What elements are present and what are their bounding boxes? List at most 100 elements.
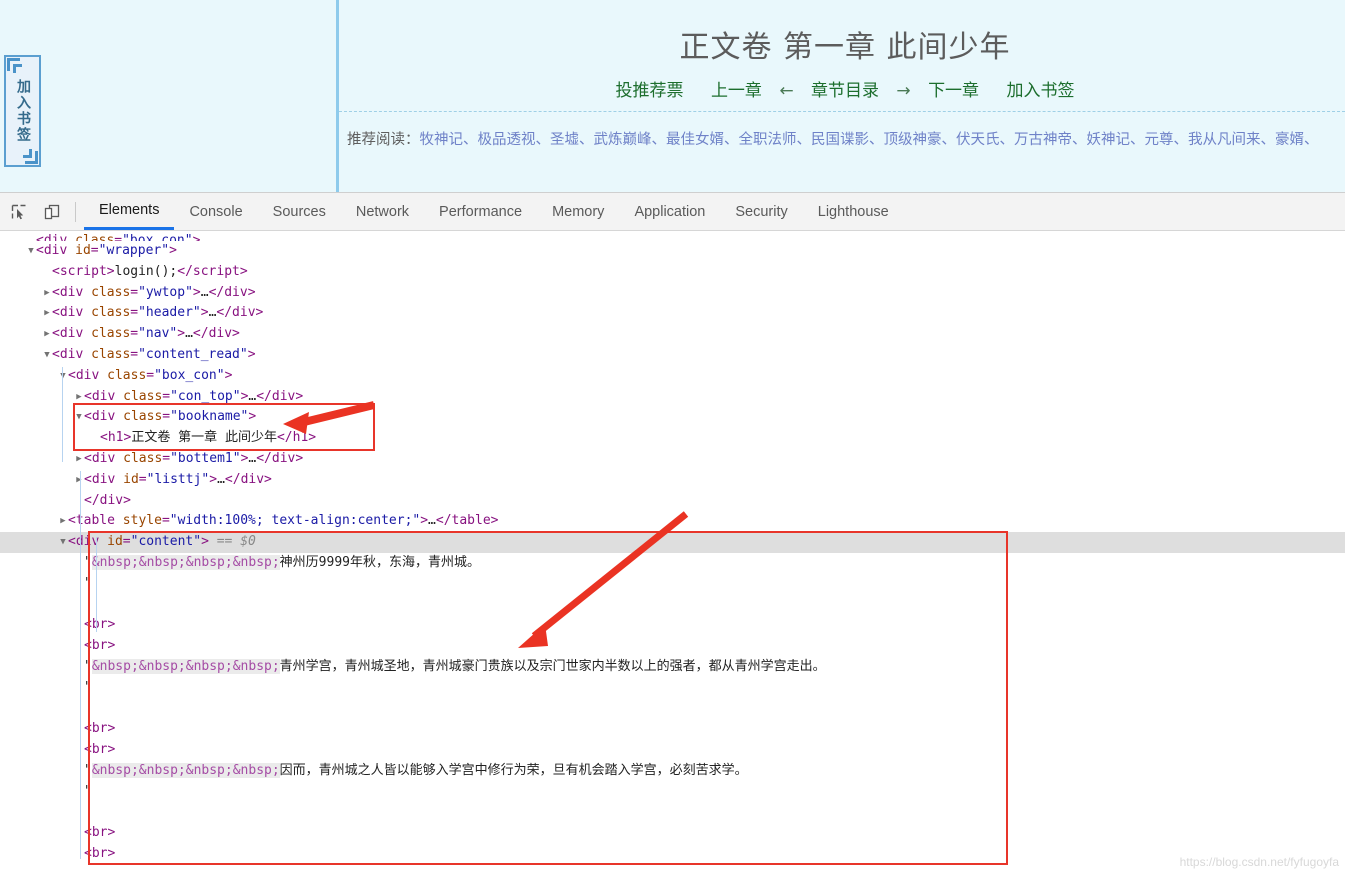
dom-tree-line[interactable] <box>0 699 1345 720</box>
add-bookmark-side-tab[interactable]: 加入书签 <box>4 55 41 167</box>
tab-application[interactable]: Application <box>619 193 720 230</box>
dom-tree-line[interactable]: <h1>正文卷 第一章 此间少年</h1> <box>0 428 1345 449</box>
disclosure-triangle-icon[interactable]: ▼ <box>42 345 52 366</box>
disclosure-triangle-icon[interactable]: ▶ <box>74 387 84 408</box>
tab-performance[interactable]: Performance <box>424 193 537 230</box>
disclosure-triangle-icon[interactable]: ▶ <box>58 511 68 532</box>
dom-tree-line[interactable]: <br> <box>0 844 1345 859</box>
dom-tree-line[interactable]: </div> <box>0 491 1345 512</box>
page-vertical-divider <box>336 0 339 192</box>
nav-next-chapter[interactable]: 下一章 <box>928 81 979 101</box>
dom-indent-guide <box>80 471 81 859</box>
dom-tree-line[interactable]: ▶ <div class="header">…</div> <box>0 303 1345 324</box>
arrow-right-icon: → <box>896 81 911 101</box>
dom-tree-line[interactable]: ▼ <div id="content"> == $0 <box>0 532 1345 553</box>
dom-tree-line[interactable]: ▶ <table style="width:100%; text-align:ce… <box>0 511 1345 532</box>
disclosure-triangle-icon[interactable]: ▶ <box>74 449 84 470</box>
nav-add-bookmark[interactable]: 加入书签 <box>1006 81 1074 101</box>
disclosure-triangle-icon[interactable]: ▶ <box>42 283 52 304</box>
dom-tree-line[interactable]: ▶ <div class="ywtop">…</div> <box>0 283 1345 304</box>
tab-sources[interactable]: Sources <box>258 193 341 230</box>
recommended-reading-row: 推荐阅读：牧神记、极品透视、圣墟、武炼巅峰、最佳女婿、全职法师、民国谍影、顶级神… <box>347 128 1345 149</box>
dom-tree-line[interactable]: ▼<div class="box_con"> <box>0 366 1345 387</box>
disclosure-triangle-icon[interactable]: ▼ <box>58 366 68 387</box>
dom-tree-line[interactable]: ▶ <div class="con_top">…</div> <box>0 387 1345 408</box>
dom-indent-guide <box>96 537 97 632</box>
dom-tree-line[interactable]: ▶ <div id="listtj">…</div> <box>0 470 1345 491</box>
dom-tree-lines: <div class="box_con"> ▼ <div id="wrapper">… <box>0 231 1345 859</box>
inspect-cursor-glyph <box>11 204 26 219</box>
bookmark-corner-ornament-bottom-right <box>23 149 38 164</box>
dom-tree-line[interactable]: ▶ <div class="nav">…</div> <box>0 324 1345 345</box>
dom-tree-line[interactable]: ▼ <div id="wrapper"> <box>0 241 1345 262</box>
dom-tree-line[interactable]: <br> <box>0 740 1345 761</box>
chapter-title: 正文卷 第一章 此间少年 <box>679 30 1011 65</box>
dom-tree-line[interactable]: <br> <box>0 823 1345 844</box>
dom-tree-line[interactable]: " <box>0 678 1345 699</box>
dom-tree-line[interactable]: <script>login();</script> <box>0 262 1345 283</box>
devtools-tab-strip: Elements Console Sources Network Performance… <box>84 193 904 230</box>
dom-tree-line[interactable]: "&nbsp;&nbsp;&nbsp;&nbsp;神州历9999年秋，东海，青州… <box>0 553 1345 574</box>
nav-vote-recommend[interactable]: 投推荐票 <box>616 81 684 101</box>
dom-tree-line[interactable]: ▼ <div class="bookname"> <box>0 407 1345 428</box>
nav-dotted-divider <box>339 111 1345 112</box>
dom-tree-line[interactable]: " <box>0 574 1345 595</box>
devtools-panel: Elements Console Sources Network Performance… <box>0 192 1345 882</box>
dom-tree-line[interactable]: <br> <box>0 719 1345 740</box>
tab-elements[interactable]: Elements <box>84 193 175 230</box>
disclosure-triangle-icon[interactable]: ▶ <box>42 324 52 345</box>
disclosure-triangle-icon[interactable]: ▶ <box>42 303 52 324</box>
arrow-left-icon: ← <box>779 81 794 101</box>
dom-tree-line[interactable]: ▼ <div class="content_read"> <box>0 345 1345 366</box>
nav-previous-chapter[interactable]: 上一章 <box>711 81 762 101</box>
dom-tree-line[interactable]: <br> <box>0 615 1345 636</box>
disclosure-triangle-icon[interactable]: ▶ <box>74 470 84 491</box>
dom-tree-line[interactable]: <br> <box>0 636 1345 657</box>
dom-tree-line[interactable] <box>0 803 1345 824</box>
add-bookmark-label: 加入书签 <box>15 79 31 143</box>
disclosure-triangle-icon[interactable]: ▼ <box>26 241 36 262</box>
devtools-toolbar: Elements Console Sources Network Performance… <box>0 193 1345 231</box>
tab-network[interactable]: Network <box>341 193 424 230</box>
tab-lighthouse[interactable]: Lighthouse <box>803 193 904 230</box>
dom-tree-line[interactable]: "&nbsp;&nbsp;&nbsp;&nbsp;因而，青州城之人皆以能够入学宫… <box>0 761 1345 782</box>
bookmark-corner-ornament-top-left <box>7 58 22 73</box>
tab-console[interactable]: Console <box>174 193 257 230</box>
nav-chapter-directory[interactable]: 章节目录 <box>811 81 879 101</box>
dom-tree-line[interactable]: ▶ <div class="bottem1">…</div> <box>0 449 1345 470</box>
dom-tree-panel[interactable]: … <div class="box_con">▼<div id="wrapper… <box>0 231 1345 859</box>
disclosure-triangle-icon[interactable]: ▼ <box>58 532 68 553</box>
tab-security[interactable]: Security <box>720 193 802 230</box>
toolbar-separator <box>75 201 76 222</box>
dom-indent-guide <box>62 367 63 462</box>
recommended-reading-list[interactable]: 牧神记、极品透视、圣墟、武炼巅峰、最佳女婿、全职法师、民国谍影、顶级神豪、伏天氏… <box>420 132 1319 148</box>
dom-tree-line[interactable] <box>0 595 1345 616</box>
tab-memory[interactable]: Memory <box>537 193 619 230</box>
dom-tree-line[interactable]: <div class="box_con"> <box>0 231 1345 241</box>
inspect-cursor-icon[interactable] <box>5 198 33 226</box>
disclosure-triangle-icon[interactable]: ▼ <box>74 407 84 428</box>
dom-tree-line[interactable]: "&nbsp;&nbsp;&nbsp;&nbsp;青州学宫，青州城圣地，青州城豪… <box>0 657 1345 678</box>
device-toolbar-icon[interactable] <box>38 198 66 226</box>
dom-tree-line[interactable]: " <box>0 782 1345 803</box>
recommended-reading-label: 推荐阅读： <box>347 132 420 148</box>
